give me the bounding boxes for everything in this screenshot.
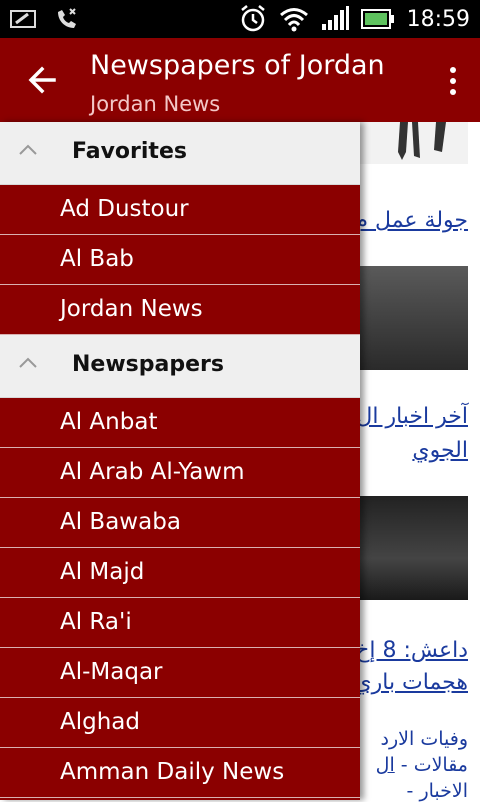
missed-call-icon	[58, 8, 76, 28]
group-header-favorites[interactable]: Favorites	[0, 122, 360, 185]
overflow-menu-icon[interactable]	[448, 66, 458, 96]
drawer-item-amman-daily-news[interactable]: Amman Daily News	[0, 748, 360, 798]
battery-icon	[360, 9, 394, 29]
group-header-newspapers[interactable]: Newspapers	[0, 335, 360, 398]
app-bar: Newspapers of Jordan Jordan News	[0, 38, 480, 122]
drawer-item-al-arab-al-yawm[interactable]: Al Arab Al-Yawm	[0, 448, 360, 498]
drawer-item-al-majd[interactable]: Al Majd	[0, 548, 360, 598]
headline-2b[interactable]: الجوي	[412, 438, 468, 463]
news-photo-1[interactable]	[350, 122, 468, 164]
line-6: الاخبار -	[407, 780, 468, 802]
drawer-item-ad-dustour[interactable]: Ad Dustour	[0, 185, 360, 235]
status-bar: 18:59	[0, 0, 480, 38]
drawer-item-al-rai[interactable]: Al Ra'i	[0, 598, 360, 648]
drawer-item-label: Ad Dustour	[60, 196, 189, 222]
line-6-a[interactable]: الاخبار	[419, 780, 468, 802]
nfc-icon	[10, 10, 36, 28]
signal-icon	[321, 6, 349, 30]
drawer-item-label: Amman Daily News	[60, 759, 285, 785]
line-5: مقالات - ال	[376, 754, 468, 776]
drawer-item-label: Alghad	[60, 709, 140, 735]
headline-3a[interactable]: داعش: 8 إخ	[355, 638, 468, 663]
wifi-icon	[279, 8, 308, 32]
line-5-a[interactable]: مقالات	[414, 754, 468, 776]
headline-3b[interactable]: هجمات باري	[354, 670, 468, 695]
app-title: Newspapers of Jordan	[90, 50, 385, 81]
line-5-sep: -	[400, 754, 408, 776]
headline-1[interactable]: جولة عمل م	[354, 208, 468, 233]
status-time: 18:59	[406, 6, 470, 32]
group-label: Favorites	[72, 139, 187, 164]
drawer-item-label: Al Bab	[60, 246, 134, 272]
news-photo-2[interactable]	[350, 266, 468, 370]
drawer-item-label: Al Arab Al-Yawm	[60, 459, 245, 485]
group-label: Newspapers	[72, 352, 224, 377]
drawer-item-label: Al-Maqar	[60, 659, 163, 685]
line-6-sep: -	[406, 780, 414, 802]
drawer-item-label: Jordan News	[60, 296, 203, 322]
line-5-c[interactable]: ال	[376, 754, 395, 776]
line-4[interactable]: وفيات الارد	[381, 728, 468, 750]
drawer-item-jordan-news[interactable]: Jordan News	[0, 285, 360, 335]
chevron-up-icon	[19, 144, 37, 155]
drawer-item-label: Al Bawaba	[60, 509, 181, 535]
drawer-item-al-bawaba[interactable]: Al Bawaba	[0, 498, 360, 548]
drawer-item-label: Al Majd	[60, 559, 145, 585]
news-photo-3[interactable]	[350, 496, 468, 600]
drawer-item-label: Al Ra'i	[60, 609, 132, 635]
drawer-item-label: Al Anbat	[60, 409, 158, 435]
drawer-item-al-maqar[interactable]: Al-Maqar	[0, 648, 360, 698]
drawer-item-al-bab[interactable]: Al Bab	[0, 235, 360, 285]
alarm-icon	[240, 5, 265, 32]
navigation-drawer: Favorites Ad Dustour Al Bab Jordan News …	[0, 122, 360, 800]
drawer-item-al-anbat[interactable]: Al Anbat	[0, 398, 360, 448]
arrow-left-icon[interactable]	[24, 62, 60, 98]
app-subtitle: Jordan News	[90, 92, 221, 116]
chevron-up-icon	[19, 357, 37, 368]
drawer-item-alghad[interactable]: Alghad	[0, 698, 360, 748]
headline-2a[interactable]: آخر اخبار ال	[356, 404, 468, 429]
